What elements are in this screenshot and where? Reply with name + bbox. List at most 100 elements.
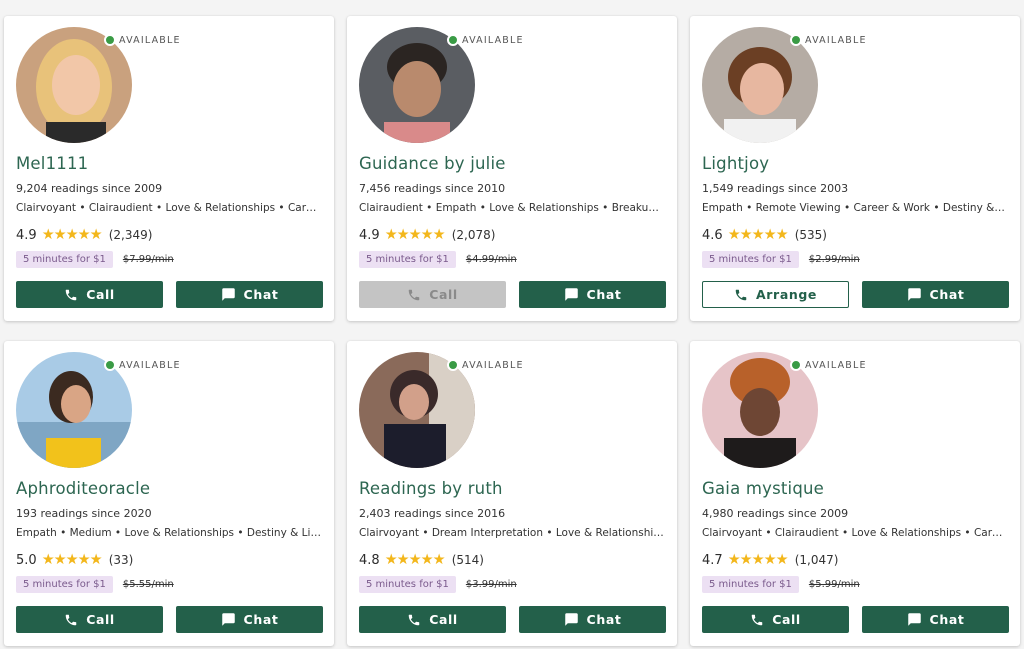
review-count: (535) (794, 228, 827, 242)
advisor-card[interactable]: AVAILABLE Lightjoy 1,549 readings since … (690, 16, 1020, 321)
chat-button[interactable]: Chat (519, 606, 666, 633)
chat-button[interactable]: Chat (862, 606, 1009, 633)
star-rating-icon: ★★★★★ (384, 552, 446, 568)
specialties: Clairaudient • Empath • Love & Relations… (359, 202, 665, 214)
review-count: (514) (451, 553, 484, 567)
specialties: Clairvoyant • Clairaudient • Love & Rela… (16, 202, 322, 214)
chat-button[interactable]: Chat (862, 281, 1009, 308)
chat-button[interactable]: Chat (176, 281, 323, 308)
rating-row: 4.6 ★★★★★ (535) (702, 227, 827, 243)
price-row: 5 minutes for $1 $5.99/min (702, 576, 860, 593)
regular-price: $5.99/min (808, 579, 860, 590)
chat-icon (907, 612, 922, 627)
availability-status: AVAILABLE (447, 34, 524, 46)
specialties: Clairvoyant • Clairaudient • Love & Rela… (702, 527, 1008, 539)
availability-status: AVAILABLE (104, 34, 181, 46)
advisor-name[interactable]: Guidance by julie (359, 154, 506, 173)
phone-icon (64, 288, 78, 302)
rating-value: 4.6 (702, 227, 723, 243)
promo-badge: 5 minutes for $1 (702, 251, 799, 268)
readings-count: 4,980 readings since 2009 (702, 507, 849, 520)
star-rating-icon: ★★★★★ (727, 227, 789, 243)
chat-button[interactable]: Chat (519, 281, 666, 308)
review-count: (33) (108, 553, 134, 567)
availability-status: AVAILABLE (790, 359, 867, 371)
review-count: (1,047) (794, 553, 839, 567)
call-button[interactable]: Call (16, 606, 163, 633)
promo-badge: 5 minutes for $1 (359, 576, 456, 593)
star-rating-icon: ★★★★★ (41, 227, 103, 243)
advisor-card[interactable]: AVAILABLE Aphroditeoracle 193 readings s… (4, 341, 334, 646)
advisor-name[interactable]: Gaia mystique (702, 479, 824, 498)
promo-badge: 5 minutes for $1 (702, 576, 799, 593)
call-button[interactable]: Call (359, 606, 506, 633)
advisor-card[interactable]: AVAILABLE Readings by ruth 2,403 reading… (347, 341, 677, 646)
phone-icon (734, 288, 748, 302)
readings-count: 7,456 readings since 2010 (359, 182, 506, 195)
rating-row: 4.7 ★★★★★ (1,047) (702, 552, 838, 568)
chat-icon (221, 287, 236, 302)
phone-icon (407, 613, 421, 627)
rating-value: 4.9 (359, 227, 380, 243)
readings-count: 9,204 readings since 2009 (16, 182, 163, 195)
price-row: 5 minutes for $1 $2.99/min (702, 251, 860, 268)
promo-badge: 5 minutes for $1 (16, 251, 113, 268)
advisor-card[interactable]: AVAILABLE Guidance by julie 7,456 readin… (347, 16, 677, 321)
advisor-card[interactable]: AVAILABLE Gaia mystique 4,980 readings s… (690, 341, 1020, 646)
star-rating-icon: ★★★★★ (384, 227, 446, 243)
chat-icon (564, 287, 579, 302)
price-row: 5 minutes for $1 $5.55/min (16, 576, 174, 593)
review-count: (2,349) (108, 228, 153, 242)
promo-badge: 5 minutes for $1 (16, 576, 113, 593)
regular-price: $2.99/min (808, 254, 860, 265)
chat-icon (221, 612, 236, 627)
regular-price: $4.99/min (465, 254, 517, 265)
rating-row: 4.9 ★★★★★ (2,349) (16, 227, 152, 243)
chat-icon (907, 287, 922, 302)
advisor-card[interactable]: AVAILABLE Mel1111 9,204 readings since 2… (4, 16, 334, 321)
rating-value: 4.8 (359, 552, 380, 568)
online-dot-icon (447, 359, 459, 371)
arrange-button[interactable]: Arrange (702, 281, 849, 308)
regular-price: $5.55/min (122, 579, 174, 590)
regular-price: $3.99/min (465, 579, 517, 590)
online-dot-icon (104, 359, 116, 371)
review-count: (2,078) (451, 228, 496, 242)
readings-count: 193 readings since 2020 (16, 507, 152, 520)
price-row: 5 minutes for $1 $7.99/min (16, 251, 174, 268)
advisor-grid: AVAILABLE Mel1111 9,204 readings since 2… (4, 16, 1020, 646)
call-button[interactable]: Call (702, 606, 849, 633)
advisor-name[interactable]: Lightjoy (702, 154, 769, 173)
star-rating-icon: ★★★★★ (727, 552, 789, 568)
readings-count: 1,549 readings since 2003 (702, 182, 849, 195)
rating-row: 4.8 ★★★★★ (514) (359, 552, 484, 568)
chat-button[interactable]: Chat (176, 606, 323, 633)
online-dot-icon (790, 34, 802, 46)
availability-status: AVAILABLE (447, 359, 524, 371)
call-button[interactable]: Call (16, 281, 163, 308)
phone-icon (750, 613, 764, 627)
rating-value: 4.7 (702, 552, 723, 568)
phone-icon (407, 288, 421, 302)
rating-row: 4.9 ★★★★★ (2,078) (359, 227, 495, 243)
phone-icon (64, 613, 78, 627)
specialties: Clairvoyant • Dream Interpretation • Lov… (359, 527, 665, 539)
advisor-name[interactable]: Mel1111 (16, 154, 88, 173)
star-rating-icon: ★★★★★ (41, 552, 103, 568)
call-button[interactable]: Call (359, 281, 506, 308)
regular-price: $7.99/min (122, 254, 174, 265)
specialties: Empath • Remote Viewing • Career & Work … (702, 202, 1008, 214)
chat-icon (564, 612, 579, 627)
availability-status: AVAILABLE (790, 34, 867, 46)
availability-status: AVAILABLE (104, 359, 181, 371)
advisor-name[interactable]: Aphroditeoracle (16, 479, 150, 498)
price-row: 5 minutes for $1 $4.99/min (359, 251, 517, 268)
rating-value: 5.0 (16, 552, 37, 568)
readings-count: 2,403 readings since 2016 (359, 507, 506, 520)
online-dot-icon (104, 34, 116, 46)
online-dot-icon (447, 34, 459, 46)
advisor-name[interactable]: Readings by ruth (359, 479, 503, 498)
price-row: 5 minutes for $1 $3.99/min (359, 576, 517, 593)
specialties: Empath • Medium • Love & Relationships •… (16, 527, 322, 539)
promo-badge: 5 minutes for $1 (359, 251, 456, 268)
